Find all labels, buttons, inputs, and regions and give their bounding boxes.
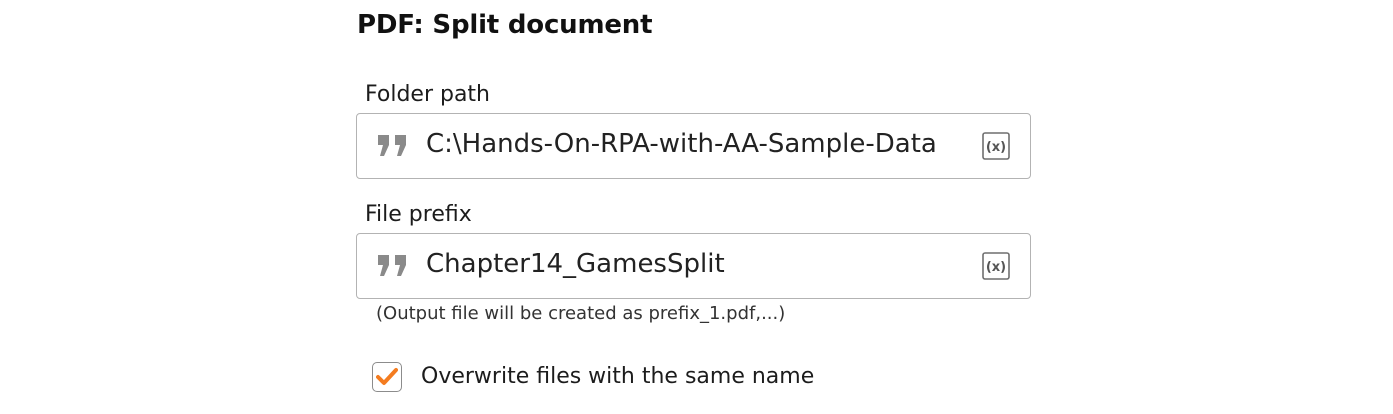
quote-icon — [377, 254, 409, 278]
file-prefix-value[interactable]: Chapter14_GamesSplit — [426, 249, 725, 279]
quote-icon — [377, 134, 409, 158]
overwrite-checkbox[interactable] — [372, 362, 402, 392]
svg-text:(x): (x) — [986, 140, 1006, 155]
svg-text:(x): (x) — [986, 260, 1006, 275]
panel-title: PDF: Split document — [357, 10, 653, 40]
insert-variable-icon[interactable]: (x) — [982, 132, 1010, 160]
split-document-panel: PDF: Split document Folder path C:\Hands… — [0, 0, 1393, 414]
insert-variable-icon[interactable]: (x) — [982, 252, 1010, 280]
folder-path-field[interactable]: C:\Hands-On-RPA-with-AA-Sample-Data (x) — [356, 113, 1031, 179]
file-prefix-field[interactable]: Chapter14_GamesSplit (x) — [356, 233, 1031, 299]
folder-path-value[interactable]: C:\Hands-On-RPA-with-AA-Sample-Data — [426, 129, 937, 159]
folder-path-label: Folder path — [365, 82, 490, 107]
file-prefix-label: File prefix — [365, 202, 472, 227]
file-prefix-hint: (Output file will be created as prefix_1… — [376, 303, 786, 324]
overwrite-label[interactable]: Overwrite files with the same name — [421, 364, 814, 389]
checkmark-icon — [376, 368, 398, 385]
